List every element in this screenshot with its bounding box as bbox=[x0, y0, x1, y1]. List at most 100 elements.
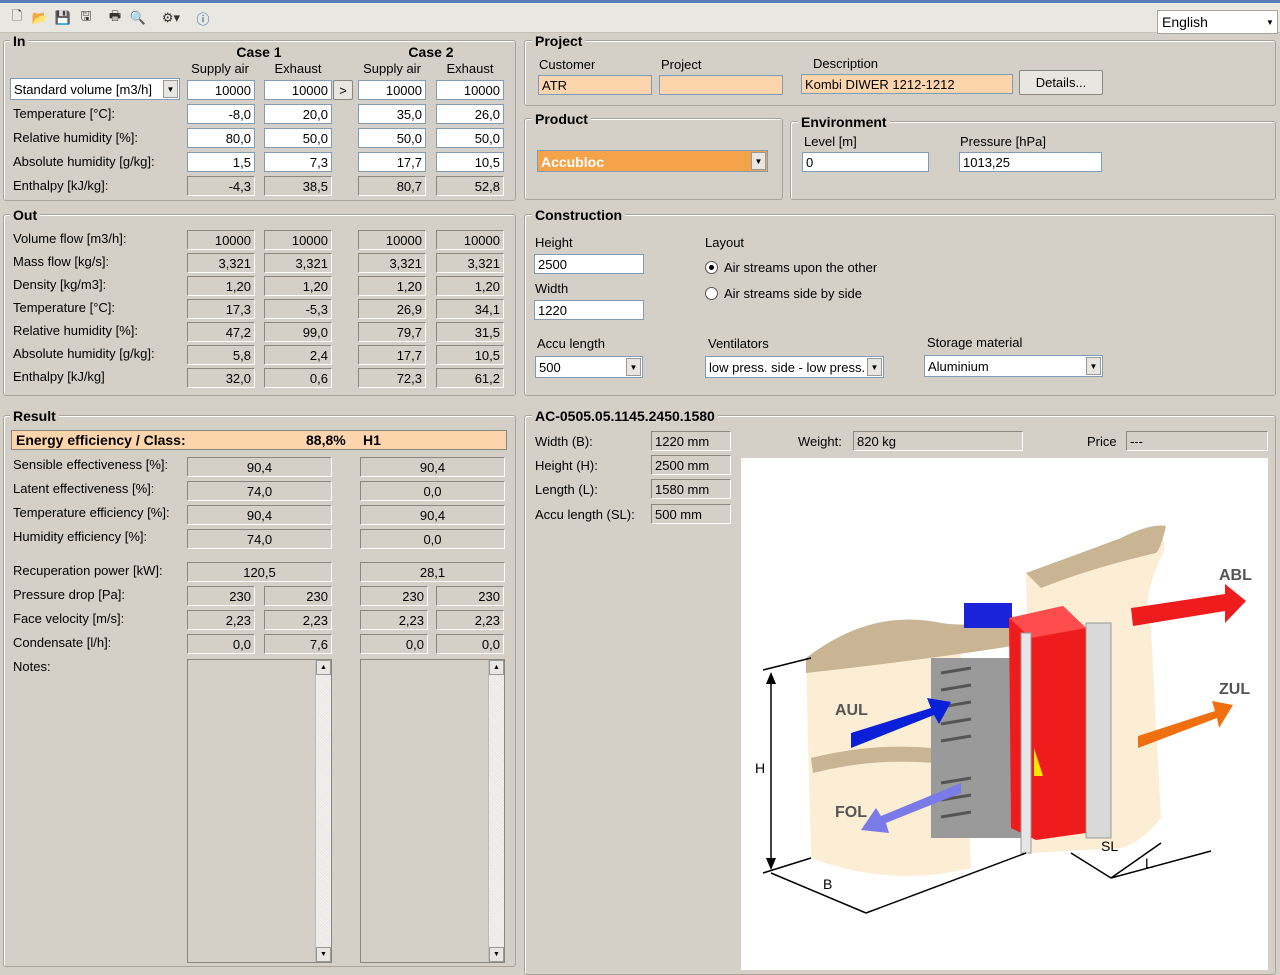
out-value: 2,4 bbox=[264, 345, 332, 365]
layout-upon-radio[interactable] bbox=[705, 261, 718, 274]
save-all-icon[interactable]: 🖫 bbox=[77, 8, 95, 27]
layout-upon-label[interactable]: Air streams upon the other bbox=[724, 260, 877, 275]
in-value-input[interactable]: 10,5 bbox=[436, 152, 504, 172]
in-value-input[interactable]: 10000 bbox=[187, 80, 255, 100]
in-row-label: Temperature [°C]: bbox=[13, 106, 116, 121]
scroll-down-icon[interactable]: ▼ bbox=[489, 947, 504, 962]
new-file-icon[interactable]: 🗋 bbox=[8, 8, 26, 27]
language-value: English bbox=[1162, 14, 1208, 30]
ventilators-select[interactable]: low press. side - low press. ▼ bbox=[705, 356, 884, 378]
model-title: AC-0505.05.1145.2450.1580 bbox=[532, 408, 718, 424]
result-case2-value: 0,0 bbox=[360, 529, 505, 549]
out-value: 1,20 bbox=[264, 276, 332, 296]
in-value-input[interactable]: 1,5 bbox=[187, 152, 255, 172]
in-value-input[interactable]: 50,0 bbox=[436, 128, 504, 148]
recuperation-power-case2: 28,1 bbox=[360, 562, 505, 582]
out-value: 79,7 bbox=[358, 322, 426, 342]
result-case1-value: 90,4 bbox=[187, 457, 332, 477]
result-pair-value: 230 bbox=[187, 586, 255, 606]
model-accu-label: Accu length (SL): bbox=[535, 507, 635, 522]
notes-case2[interactable]: ▲ ▼ bbox=[360, 659, 505, 963]
pressure-label: Pressure [hPa] bbox=[960, 134, 1046, 149]
layout-side-radio[interactable] bbox=[705, 287, 718, 300]
layout-side-label[interactable]: Air streams side by side bbox=[724, 286, 862, 301]
out-value: 3,321 bbox=[187, 253, 255, 273]
in-value-input[interactable]: 10000 bbox=[264, 80, 332, 100]
volume-unit-value: Standard volume [m3/h] bbox=[14, 82, 153, 97]
scroll-down-icon[interactable]: ▼ bbox=[316, 947, 331, 962]
result-row-label: Sensible effectiveness [%]: bbox=[13, 457, 169, 472]
model-length-value: 1580 mm bbox=[651, 479, 731, 499]
notes-label: Notes: bbox=[13, 659, 51, 674]
open-folder-icon[interactable]: 📂 bbox=[31, 9, 49, 27]
out-value: 3,321 bbox=[264, 253, 332, 273]
customer-input[interactable]: ATR bbox=[538, 75, 652, 95]
pressure-input[interactable]: 1013,25 bbox=[959, 152, 1102, 172]
out-value: 3,321 bbox=[358, 253, 426, 273]
project-input[interactable] bbox=[659, 75, 783, 95]
scroll-up-icon[interactable]: ▲ bbox=[489, 660, 504, 675]
in-value-input[interactable]: 10000 bbox=[358, 80, 426, 100]
model-width-label: Width (B): bbox=[535, 434, 593, 449]
storage-material-label: Storage material bbox=[927, 335, 1023, 350]
description-label: Description bbox=[813, 56, 879, 71]
scroll-up-icon[interactable]: ▲ bbox=[316, 660, 331, 675]
result-row-label: Face velocity [m/s]: bbox=[13, 611, 125, 626]
in-value-readonly: -4,3 bbox=[187, 176, 255, 196]
chevron-down-icon: ▼ bbox=[163, 80, 178, 98]
in-value-input[interactable]: 50,0 bbox=[358, 128, 426, 148]
frame-mid bbox=[1020, 632, 1032, 854]
level-input[interactable]: 0 bbox=[802, 152, 929, 172]
energy-efficiency-value: 88,8% bbox=[306, 432, 346, 448]
height-input[interactable]: 2500 bbox=[534, 254, 644, 274]
print-preview-icon[interactable]: 🔍 bbox=[129, 9, 147, 27]
out-value: 72,3 bbox=[358, 368, 426, 388]
save-icon[interactable]: 💾 bbox=[54, 9, 72, 27]
out-value: 5,8 bbox=[187, 345, 255, 365]
width-input[interactable]: 1220 bbox=[534, 300, 644, 320]
in-value-input[interactable]: 35,0 bbox=[358, 104, 426, 124]
result-row-label: Latent effectiveness [%]: bbox=[13, 481, 155, 496]
model-accu-value: 500 mm bbox=[651, 504, 731, 524]
settings-gear-icon[interactable]: ⚙▾ bbox=[158, 9, 184, 27]
details-button[interactable]: Details... bbox=[1019, 70, 1103, 95]
storage-material-select[interactable]: Aluminium ▼ bbox=[924, 355, 1103, 377]
in-value-input[interactable]: 20,0 bbox=[264, 104, 332, 124]
environment-title: Environment bbox=[798, 114, 890, 130]
aul-label: AUL bbox=[835, 702, 868, 719]
out-value: 10000 bbox=[358, 230, 426, 250]
volume-unit-select[interactable]: Standard volume [m3/h] ▼ bbox=[10, 78, 180, 100]
description-input[interactable]: Kombi DIWER 1212-1212 bbox=[801, 74, 1013, 94]
in-value-input[interactable]: 26,0 bbox=[436, 104, 504, 124]
in-value-input[interactable]: 17,7 bbox=[358, 152, 426, 172]
in-value-input[interactable]: 80,0 bbox=[187, 128, 255, 148]
in-value-input[interactable]: 7,3 bbox=[264, 152, 332, 172]
out-value: -5,3 bbox=[264, 299, 332, 319]
out-value: 3,321 bbox=[436, 253, 504, 273]
scrollbar[interactable]: ▲ ▼ bbox=[488, 660, 504, 962]
notes-case1[interactable]: ▲ ▼ bbox=[187, 659, 332, 963]
result-pair-value: 2,23 bbox=[436, 610, 504, 630]
result-row-label: Temperature efficiency [%]: bbox=[13, 505, 170, 520]
out-value: 1,20 bbox=[187, 276, 255, 296]
energy-class-value: H1 bbox=[363, 432, 381, 448]
model-height-label: Height (H): bbox=[535, 458, 598, 473]
out-value: 10,5 bbox=[436, 345, 504, 365]
in-value-input[interactable]: 10000 bbox=[436, 80, 504, 100]
product-select[interactable]: Accubloc ▼ bbox=[537, 150, 768, 172]
in-value-input[interactable]: -8,0 bbox=[187, 104, 255, 124]
price-label: Price bbox=[1087, 434, 1117, 449]
scrollbar[interactable]: ▲ ▼ bbox=[315, 660, 331, 962]
in-value-readonly: 38,5 bbox=[264, 176, 332, 196]
print-icon[interactable]: 🖶 bbox=[106, 8, 124, 27]
result-case1-value: 90,4 bbox=[187, 505, 332, 525]
language-select[interactable]: English ▼ bbox=[1157, 10, 1278, 34]
in-value-input[interactable]: 50,0 bbox=[264, 128, 332, 148]
accu-length-select[interactable]: 500 ▼ bbox=[535, 356, 643, 378]
out-value: 17,7 bbox=[358, 345, 426, 365]
info-icon[interactable]: ⓘ bbox=[194, 9, 212, 27]
copy-case-button[interactable]: > bbox=[333, 80, 353, 100]
out-value: 26,9 bbox=[358, 299, 426, 319]
zul-label: ZUL bbox=[1219, 681, 1250, 698]
case2-exhaust-header: Exhaust bbox=[446, 61, 494, 76]
